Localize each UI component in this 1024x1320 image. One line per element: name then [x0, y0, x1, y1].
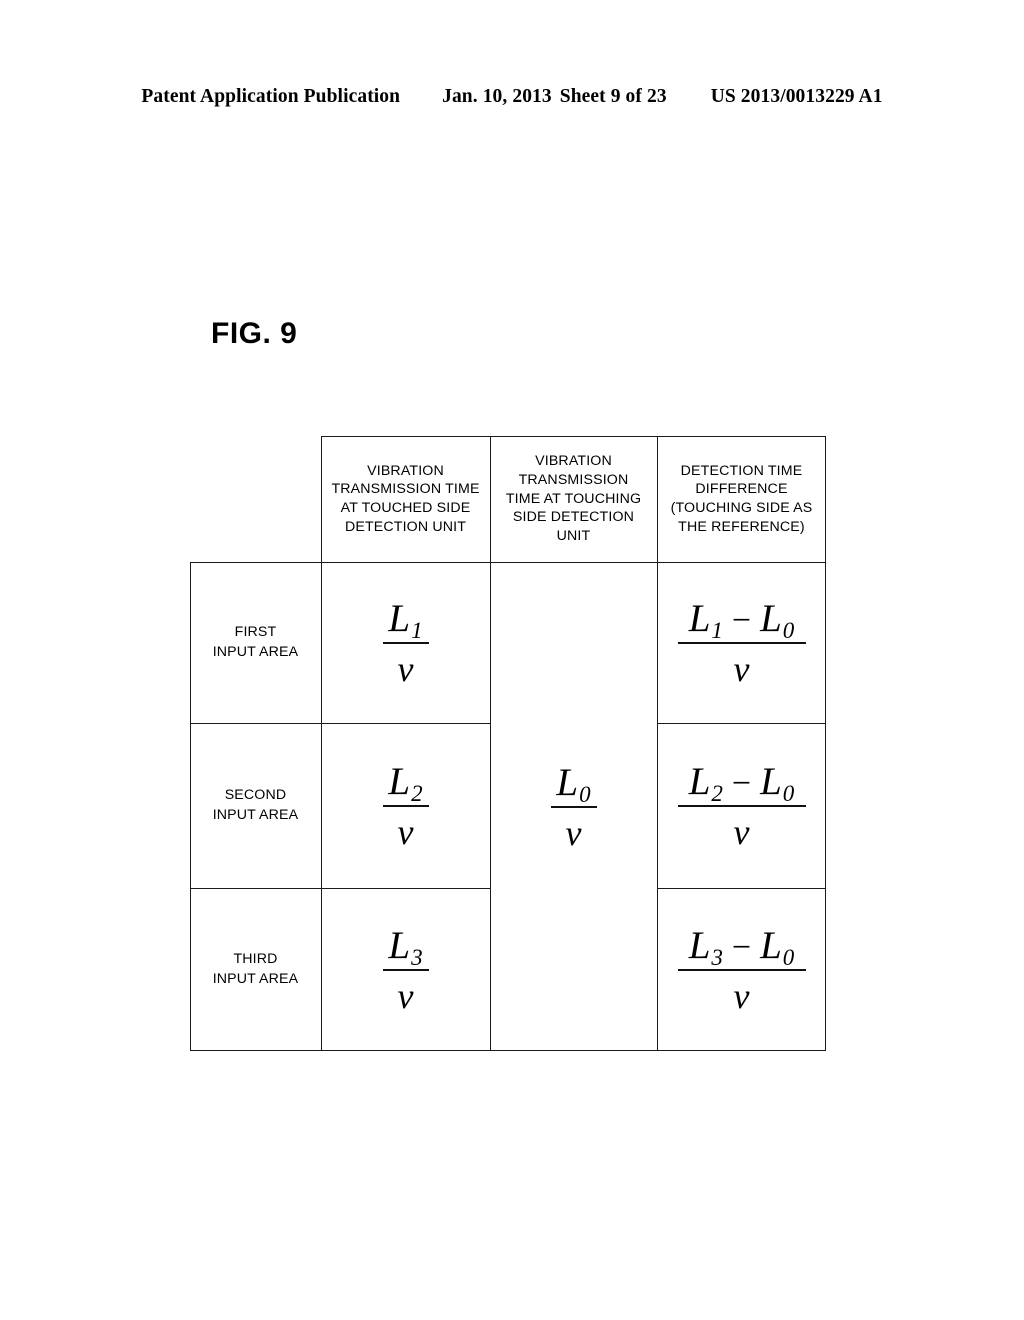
sheet-number: Sheet 9 of 23: [559, 86, 667, 107]
formula-touched-side-third: L3 v: [321, 888, 490, 1051]
row-label-second-input-area: SECOND INPUT AREA: [190, 723, 321, 888]
formula-subscript: 1: [411, 617, 423, 643]
formula-denominator: v: [733, 811, 750, 852]
column-header-line: UNIT: [556, 528, 591, 545]
formula-variable: L: [388, 759, 411, 803]
formula-subscript: 1: [711, 617, 723, 643]
formula-variable: L: [688, 923, 711, 967]
column-header-line: (TOUCHING SIDE AS: [670, 500, 813, 516]
column-header-line: TIME AT TOUCHING: [505, 490, 642, 507]
column-header-line: AT TOUCHED SIDE: [340, 500, 471, 516]
formula-touching-side-merged: L0 v: [490, 562, 657, 1051]
row-label-line: INPUT AREA: [212, 970, 299, 987]
formula-variable: L: [760, 759, 782, 803]
column-header-detection-difference: DETECTION TIME DIFFERENCE (TOUCHING SIDE…: [657, 436, 826, 562]
formula-difference-third: L 3− L 0 v: [657, 888, 826, 1051]
column-header-line: VIBRATION: [535, 453, 612, 470]
patent-number: US 2013/0013229 A1: [710, 86, 883, 107]
formula-subscript: 3: [711, 944, 723, 970]
column-header-line: TRANSMISSION: [518, 471, 629, 488]
formula-variable: L: [688, 759, 711, 803]
publication-title: Patent Application Publication: [141, 86, 401, 107]
row-label-line: THIRD: [233, 951, 278, 968]
formula-denominator: v: [397, 648, 414, 689]
formula-subscript: 2: [411, 780, 423, 806]
formula-operator: −: [731, 928, 752, 966]
publication-header: Patent Application Publication Jan. 10, …: [0, 86, 1024, 108]
publication-date: Jan. 10, 2013: [442, 86, 552, 107]
formula-touched-side-first: L1 v: [321, 562, 490, 723]
row-label-line: SECOND: [224, 787, 287, 804]
row-label-line: FIRST: [234, 624, 277, 641]
row-label-line: INPUT AREA: [212, 643, 299, 660]
column-header-line: VIBRATION: [367, 462, 444, 479]
formula-variable: L: [688, 596, 711, 640]
column-header-line: DETECTION UNIT: [344, 518, 467, 535]
formula-subscript: 0: [782, 617, 795, 643]
column-header-line: DIFFERENCE: [695, 481, 788, 498]
column-header-line: THE REFERENCE): [678, 518, 805, 535]
formula-variable: L: [760, 596, 782, 640]
formula-denominator: v: [565, 812, 582, 853]
formula-denominator: v: [733, 648, 750, 689]
row-label-first-input-area: FIRST INPUT AREA: [190, 562, 321, 723]
column-header-line: DETECTION TIME: [680, 462, 803, 479]
formula-variable: L: [556, 760, 579, 804]
formula-difference-first: L 1− L 0 v: [657, 562, 826, 723]
column-header-touching-side: VIBRATION TRANSMISSION TIME AT TOUCHING …: [490, 436, 657, 562]
formula-subscript: 0: [579, 781, 591, 807]
formula-difference-second: L 2− L 0 v: [657, 723, 826, 888]
formula-denominator: v: [397, 975, 414, 1016]
formula-denominator: v: [733, 975, 750, 1016]
formula-variable: L: [388, 596, 411, 640]
formula-variable: L: [760, 923, 782, 967]
column-header-line: TRANSMISSION TIME: [331, 481, 480, 498]
formula-variable: L: [388, 923, 411, 967]
row-label-third-input-area: THIRD INPUT AREA: [190, 888, 321, 1051]
row-label-line: INPUT AREA: [212, 806, 299, 823]
figure-table: VIBRATION TRANSMISSION TIME AT TOUCHED S…: [190, 436, 826, 1051]
column-header-touched-side: VIBRATION TRANSMISSION TIME AT TOUCHED S…: [321, 436, 490, 562]
formula-subscript: 3: [411, 944, 423, 970]
formula-operator: −: [731, 601, 752, 639]
formula-denominator: v: [397, 811, 414, 852]
formula-subscript: 0: [782, 780, 795, 806]
formula-operator: −: [731, 764, 752, 802]
figure-label: FIG. 9: [211, 317, 298, 350]
formula-subscript: 2: [711, 780, 723, 806]
formula-touched-side-second: L2 v: [321, 723, 490, 888]
formula-subscript: 0: [782, 944, 795, 970]
column-header-line: SIDE DETECTION: [512, 509, 635, 526]
